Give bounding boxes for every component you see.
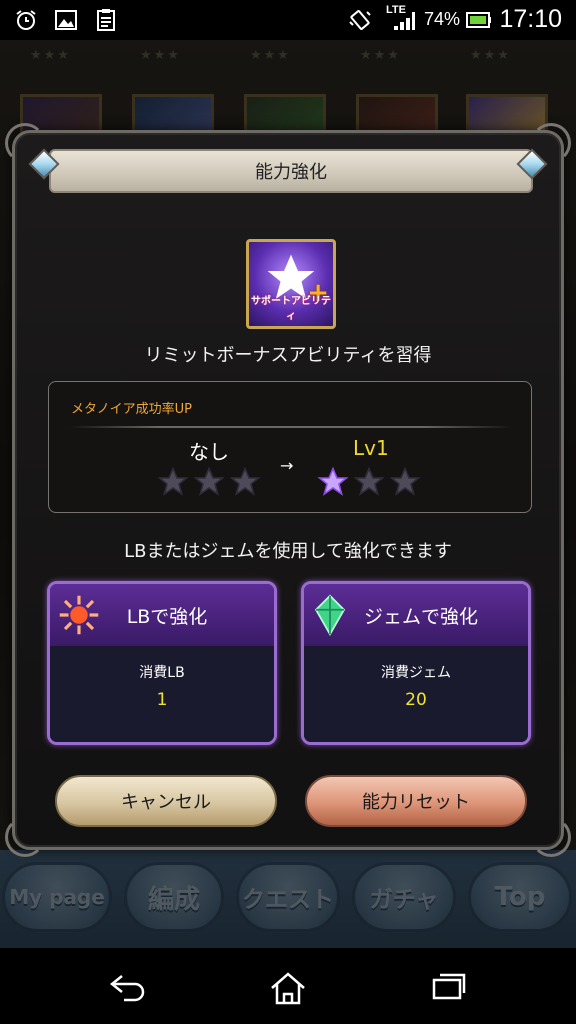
recent-apps-icon[interactable] [428,970,468,1002]
stars-after [317,466,421,498]
ability-reset-button[interactable]: 能力リセット [305,775,527,827]
burst-icon [59,595,99,635]
star-filled-icon [317,466,349,496]
enhance-hint: LBまたはジェムを使用して強化できます [124,541,452,562]
lb-card-body: 消費LB 1 [50,646,274,742]
frame-ornament [5,817,45,857]
vibrate-icon [349,10,371,30]
system-nav-bar [0,948,576,1024]
gem-cost-value: 20 [405,690,427,710]
ability-name: メタノイア成功率UP [71,402,192,417]
level-before: なし [189,440,229,464]
gem-enhance-button[interactable]: ジェムで強化 消費ジェム 20 [301,581,531,745]
cancel-button[interactable]: キャンセル [55,775,277,827]
skill-caption: サポートアビリティ [251,296,331,322]
gem-icon [314,594,346,636]
star-empty-icon [389,466,421,496]
lb-cost-value: 1 [156,690,168,710]
clipboard-icon [97,9,115,31]
signal-icon [394,12,415,30]
gem-card-title: ジェムで強化 [363,605,478,628]
lb-cost-label: 消費LB [139,665,185,681]
level-after: Lv1 [353,436,389,460]
ability-enhance-dialog: 能力強化 + サポートアビリティ リミットボーナスアビリティを習得 メタノイア成… [5,123,571,857]
star-empty-icon [353,466,385,496]
battery-icon [466,12,491,28]
back-icon[interactable] [108,970,148,1002]
learn-message: リミットボーナスアビリティを習得 [144,345,432,366]
lb-enhance-button[interactable]: LBで強化 消費LB 1 [47,581,277,745]
ability-info-box: メタノイア成功率UP なし → Lv1 [48,381,532,513]
star-empty-icon [157,466,189,496]
gem-card-header: ジェムで強化 [304,584,528,646]
home-icon[interactable] [268,970,308,1006]
divider [69,426,513,428]
clock: 17:10 [499,5,562,33]
gem-cost-label: 消費ジェム [381,665,451,681]
battery-percent: 74% [424,9,461,29]
gem-card-body: 消費ジェム 20 [304,646,528,742]
dialog-title: 能力強化 [49,149,533,193]
image-icon [55,10,77,30]
lb-card-title: LBで強化 [126,605,208,628]
alarm-icon [16,10,36,30]
star-empty-icon [193,466,225,496]
status-bar: LTE 74% 17:10 [0,0,576,40]
stars-before [157,466,261,498]
arrow-right-icon: → [280,456,294,475]
lb-card-header: LBで強化 [50,584,274,646]
star-empty-icon [229,466,261,496]
frame-ornament [531,817,571,857]
support-ability-icon: + サポートアビリティ [246,239,336,329]
